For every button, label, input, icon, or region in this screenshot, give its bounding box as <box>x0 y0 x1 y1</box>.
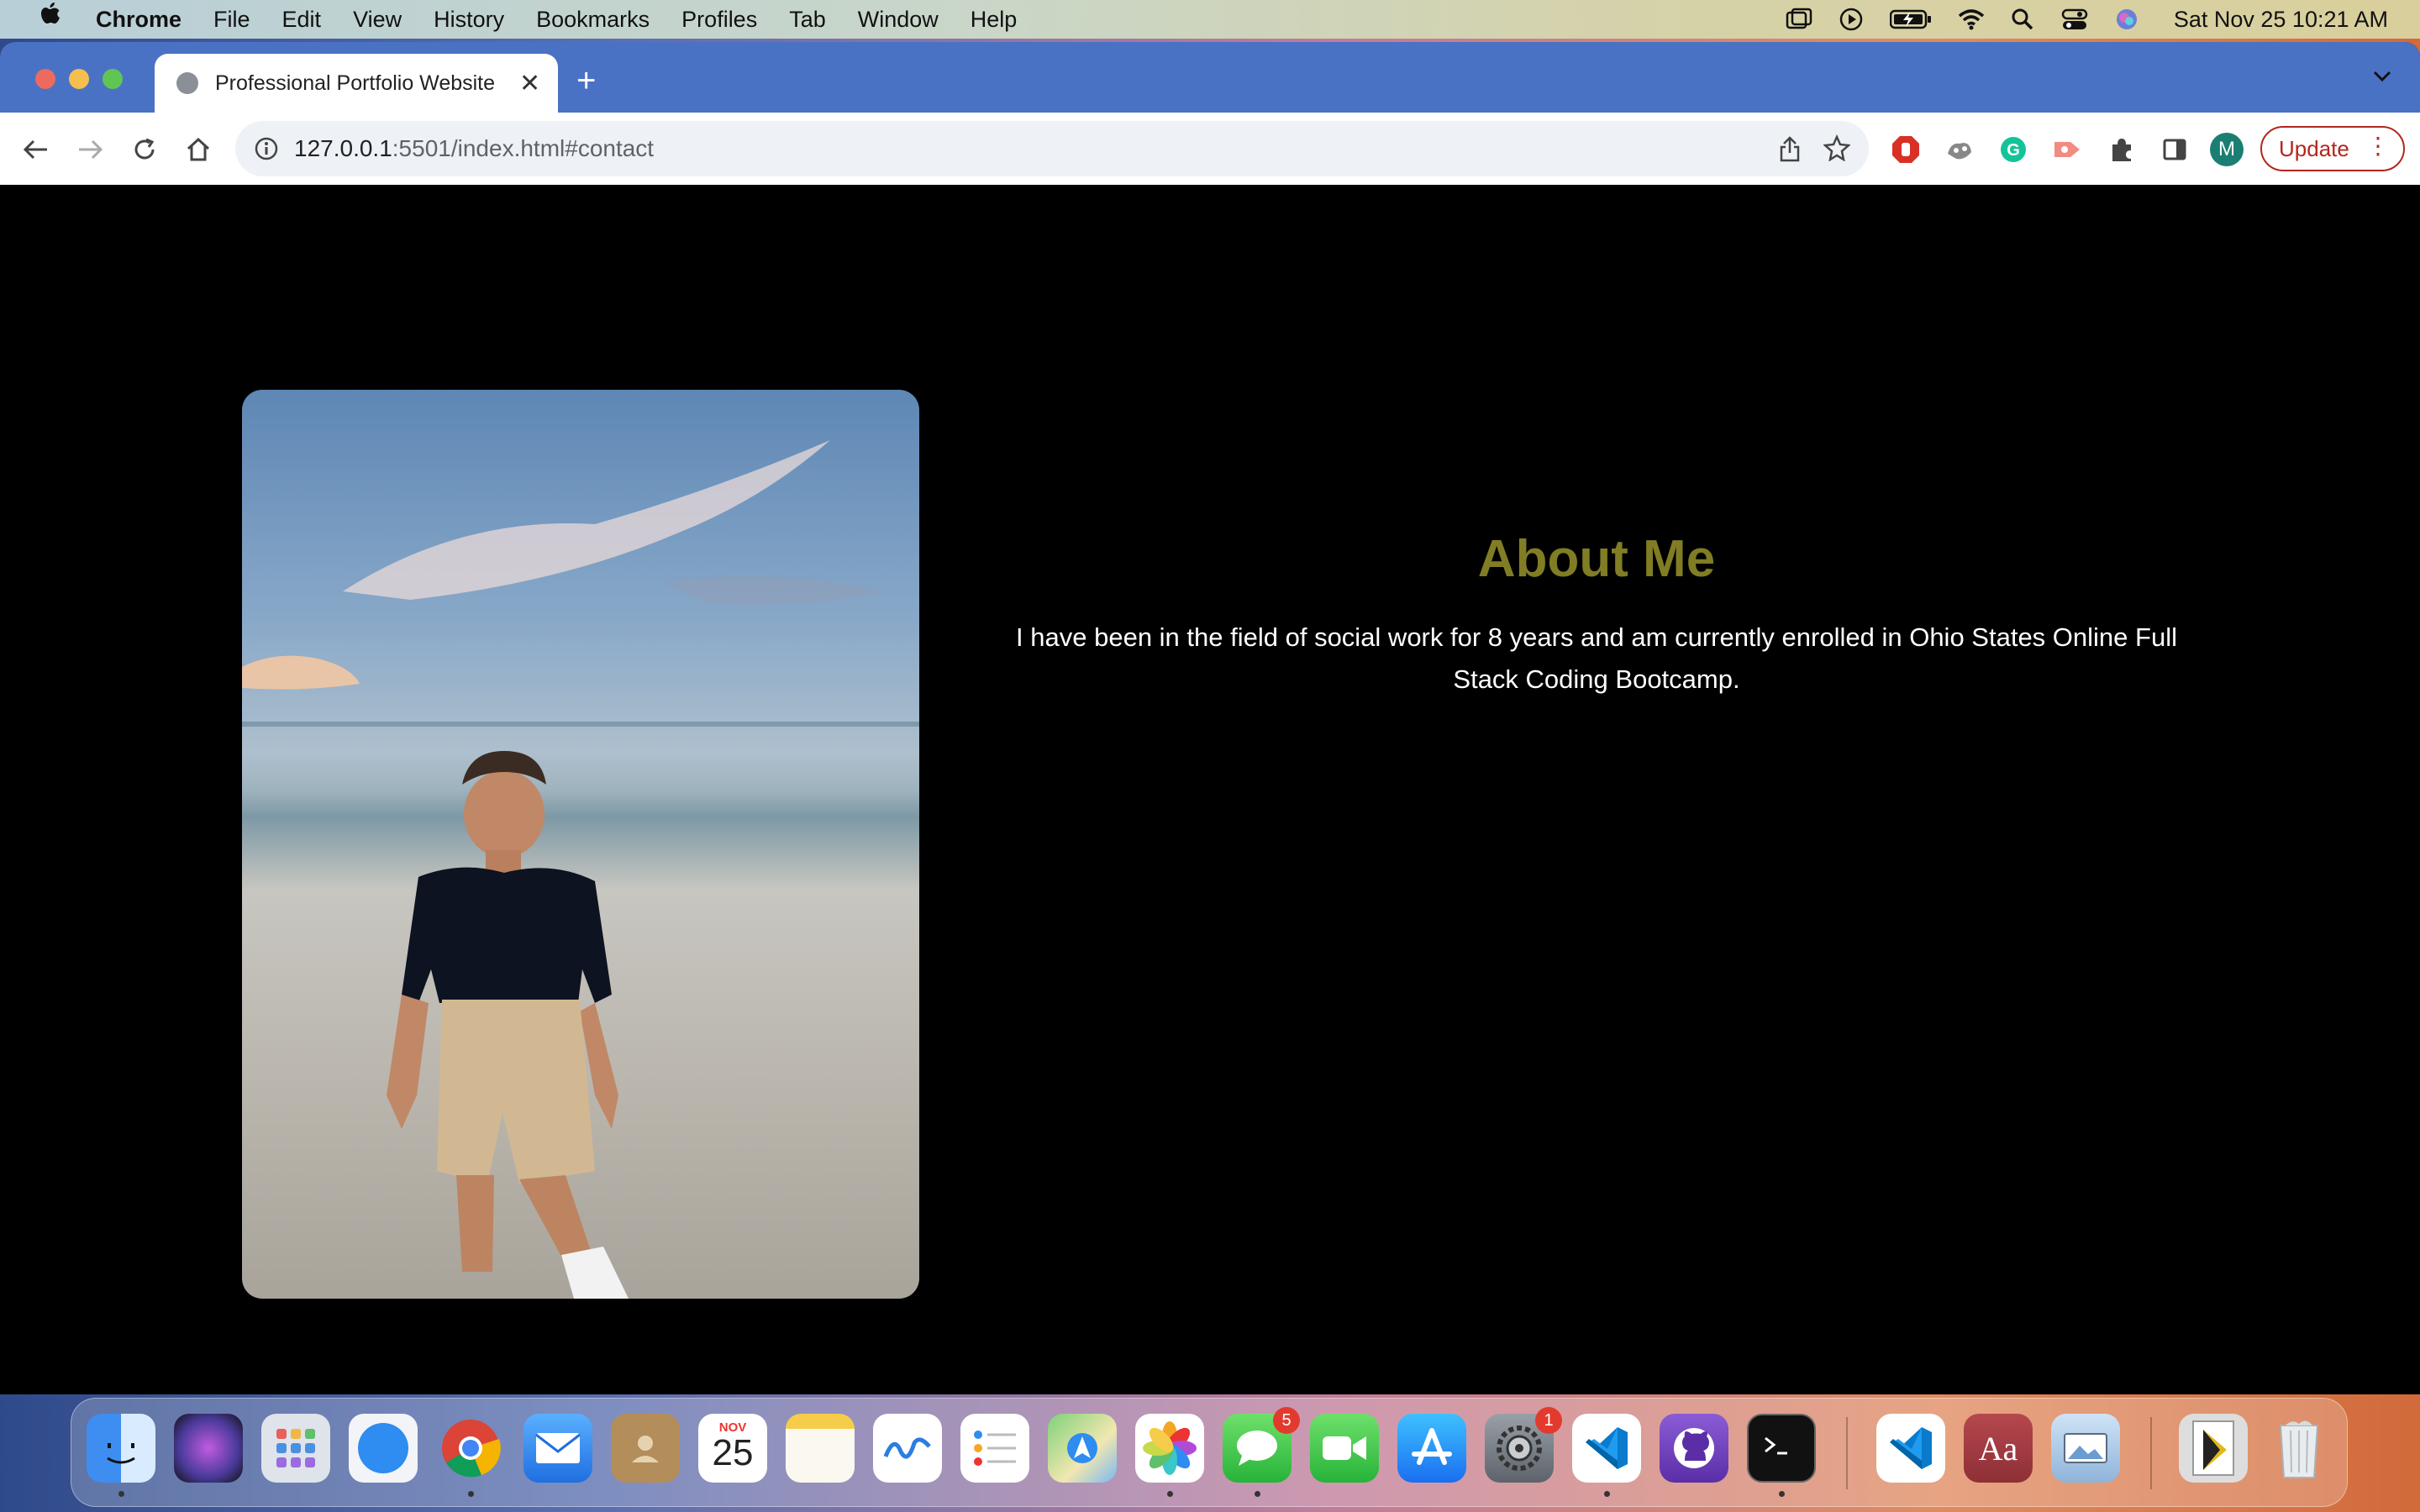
trash-icon[interactable] <box>2265 1414 2333 1483</box>
bookmark-star-icon[interactable] <box>1823 134 1851 165</box>
messages-icon[interactable]: 5 <box>1223 1407 1300 1483</box>
tab-search-chevron-icon[interactable] <box>2373 71 2391 87</box>
menu-history[interactable]: History <box>434 7 504 33</box>
dictionary-icon[interactable]: Aa <box>1964 1414 2033 1483</box>
siri-icon[interactable] <box>2113 8 2140 31</box>
svg-text:G: G <box>2007 141 2020 160</box>
new-tab-button[interactable]: + <box>576 64 596 97</box>
chrome-menu-icon[interactable]: ⋮ <box>2366 134 2390 158</box>
chrome-running-indicator <box>468 1491 474 1497</box>
tab-strip: Professional Portfolio Website ✕ + <box>0 42 2420 113</box>
profile-photo <box>242 390 919 1299</box>
freeform-icon[interactable] <box>873 1414 942 1483</box>
update-label: Update <box>2279 135 2349 161</box>
home-icon[interactable] <box>180 131 217 168</box>
photos-icon[interactable] <box>1135 1414 1204 1483</box>
about-description: I have been in the field of social work … <box>1016 622 2177 694</box>
menu-help[interactable]: Help <box>971 7 1018 33</box>
menu-window[interactable]: Window <box>858 7 939 33</box>
reminders-icon[interactable] <box>960 1414 1029 1483</box>
browser-toolbar: 127.0.0.1:5501/index.html#contact G M Up… <box>0 113 2420 186</box>
url-host: 127.0.0.1 <box>294 135 392 161</box>
profile-avatar[interactable]: M <box>2210 133 2244 166</box>
control-center-icon[interactable] <box>2061 8 2088 31</box>
facetime-icon[interactable] <box>1310 1414 1379 1483</box>
apple-menu-icon[interactable] <box>29 2 71 37</box>
site-info-icon[interactable] <box>254 136 279 161</box>
tab-portfolio[interactable]: Professional Portfolio Website ✕ <box>155 54 558 113</box>
dock: NOV 25 5 1 Aa <box>71 1398 2348 1507</box>
launchpad-icon[interactable] <box>261 1414 330 1483</box>
spotlight-search-icon[interactable] <box>2009 8 2036 31</box>
calendar-icon[interactable]: NOV 25 <box>698 1414 767 1483</box>
system-settings-icon[interactable]: 1 <box>1485 1407 1562 1483</box>
dictionary-label: Aa <box>1978 1429 2018 1467</box>
about-heading: About Me <box>1477 530 1716 588</box>
close-tab-icon[interactable]: ✕ <box>519 69 540 98</box>
forward-arrow-icon[interactable] <box>72 131 109 168</box>
mail-icon[interactable] <box>523 1414 592 1483</box>
safari-icon[interactable] <box>349 1414 418 1483</box>
share-icon[interactable] <box>1778 136 1802 167</box>
minimize-window-button[interactable] <box>69 69 89 89</box>
screen-recorder-extension-icon[interactable] <box>2049 131 2086 168</box>
messages-badge: 5 <box>1273 1407 1300 1434</box>
vscode-running-indicator <box>1604 1491 1610 1497</box>
tab-title: Professional Portfolio Website <box>215 71 496 95</box>
close-window-button[interactable] <box>35 69 55 89</box>
calendar-day: 25 <box>712 1431 754 1473</box>
menu-clock[interactable]: Sat Nov 25 10:21 AM <box>2174 7 2388 33</box>
play-circle-icon[interactable] <box>1838 8 1865 31</box>
screen-mirroring-icon[interactable] <box>1786 8 1812 31</box>
finder-running-indicator <box>118 1491 124 1497</box>
siri-app-icon[interactable] <box>174 1414 243 1483</box>
grammarly-extension-icon[interactable]: G <box>1995 131 2032 168</box>
battery-icon[interactable] <box>1889 8 1932 31</box>
page-content: About Me I have been in the field of soc… <box>0 185 2420 1394</box>
url-text[interactable]: 127.0.0.1:5501/index.html#contact <box>294 135 654 162</box>
browser-window: Professional Portfolio Website ✕ + 127.0… <box>0 42 2420 1394</box>
menu-tab[interactable]: Tab <box>789 7 826 33</box>
downloads-stack-icon[interactable] <box>2179 1414 2248 1483</box>
vscode-icon[interactable] <box>1572 1414 1641 1483</box>
dock-separator-2 <box>2150 1417 2152 1489</box>
globe-icon <box>176 72 198 94</box>
menu-app-name[interactable]: Chrome <box>96 7 182 33</box>
extension-mask-icon[interactable] <box>1941 131 1978 168</box>
update-button[interactable]: Update ⋮ <box>2260 126 2405 171</box>
address-bar[interactable]: 127.0.0.1:5501/index.html#contact <box>235 121 1869 176</box>
menu-bookmarks[interactable]: Bookmarks <box>536 7 650 33</box>
back-arrow-icon[interactable] <box>17 131 54 168</box>
chrome-icon[interactable] <box>436 1414 505 1483</box>
github-desktop-icon[interactable] <box>1660 1414 1728 1483</box>
side-panel-icon[interactable] <box>2156 131 2193 168</box>
vscode-insiders-icon[interactable] <box>1876 1414 1945 1483</box>
extensions-puzzle-icon[interactable] <box>2102 131 2139 168</box>
menu-file[interactable]: File <box>213 7 250 33</box>
settings-badge: 1 <box>1535 1407 1562 1434</box>
preview-icon[interactable] <box>2051 1414 2120 1483</box>
menu-profiles[interactable]: Profiles <box>681 7 757 33</box>
reload-icon[interactable] <box>126 131 163 168</box>
contacts-icon[interactable] <box>611 1414 680 1483</box>
maps-icon[interactable] <box>1048 1414 1117 1483</box>
messages-running-indicator <box>1255 1491 1260 1497</box>
menu-edit[interactable]: Edit <box>282 7 322 33</box>
dock-separator <box>1846 1417 1848 1489</box>
terminal-running-indicator <box>1779 1491 1785 1497</box>
menu-view[interactable]: View <box>353 7 402 33</box>
menu-bar: Chrome File Edit View History Bookmarks … <box>0 0 2420 39</box>
terminal-icon[interactable] <box>1747 1414 1816 1483</box>
app-store-icon[interactable] <box>1397 1414 1466 1483</box>
adblock-extension-icon[interactable] <box>1887 131 1924 168</box>
url-path: :5501/index.html#contact <box>392 135 655 161</box>
photos-running-indicator <box>1167 1491 1173 1497</box>
notes-icon[interactable] <box>786 1414 855 1483</box>
fullscreen-window-button[interactable] <box>103 69 123 89</box>
wifi-icon[interactable] <box>1957 8 1984 31</box>
finder-icon[interactable] <box>87 1414 155 1483</box>
